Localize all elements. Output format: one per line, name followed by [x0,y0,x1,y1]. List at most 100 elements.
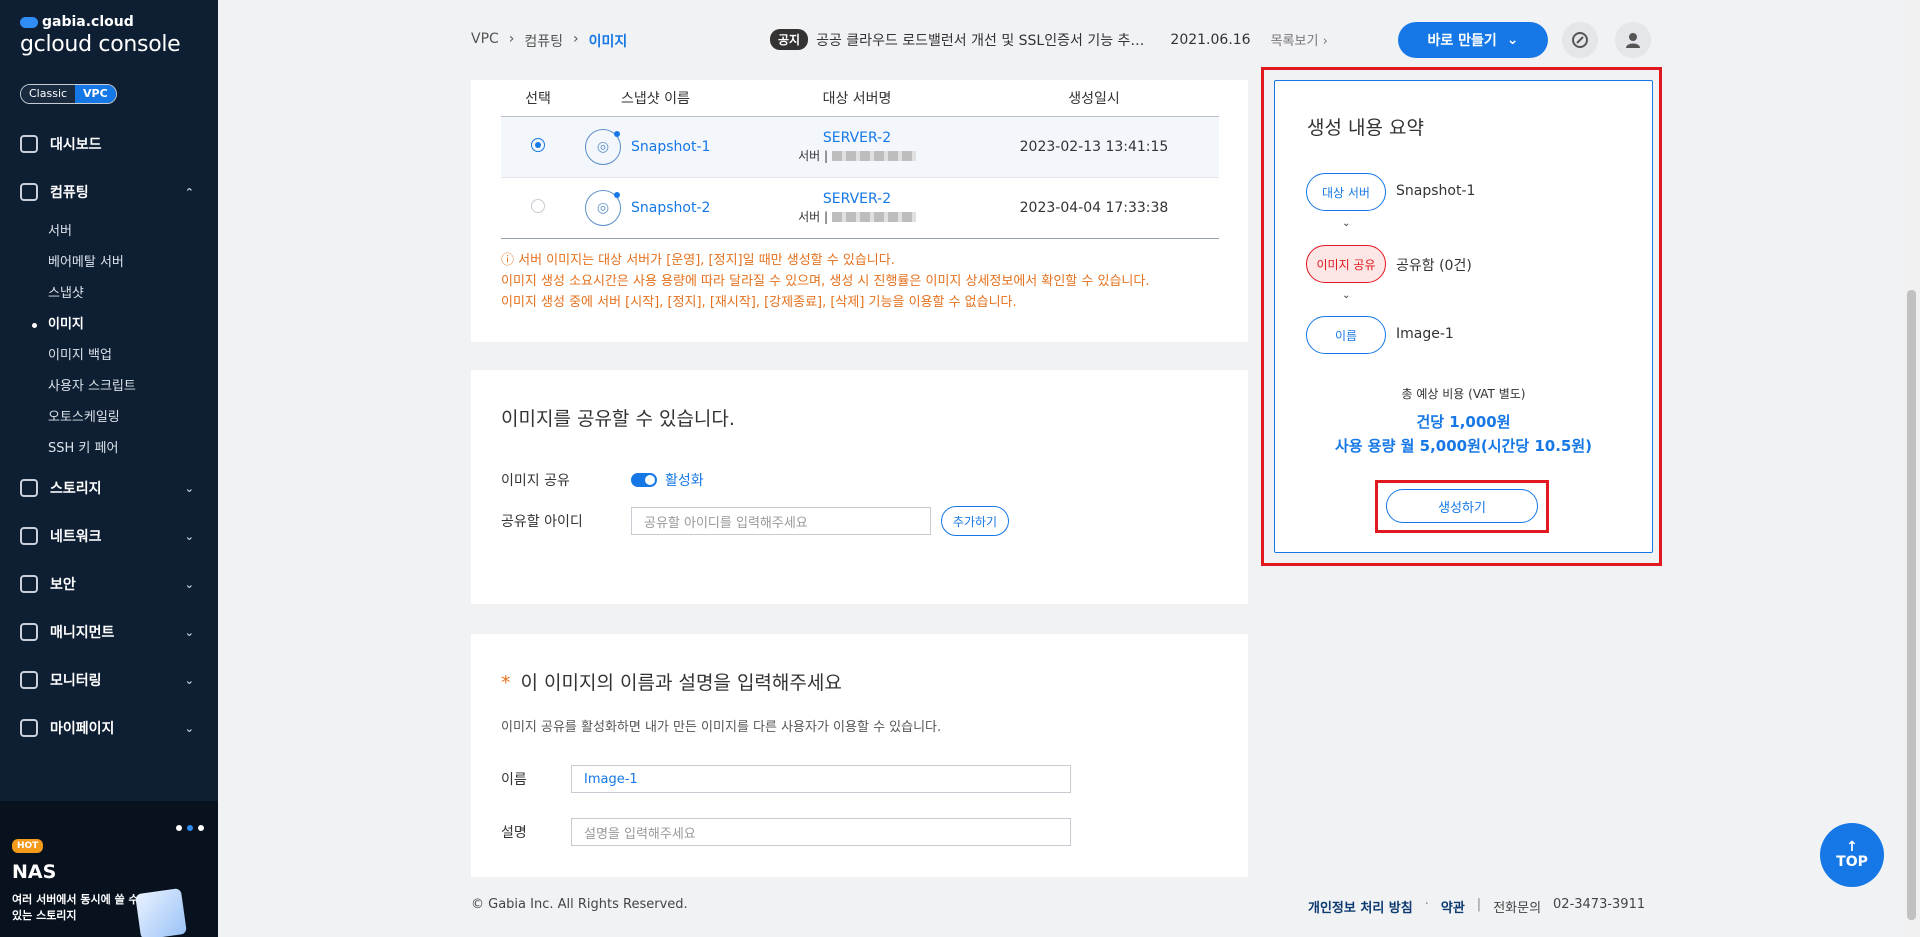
required-mark: * [501,672,511,694]
sidebar-item-label: 스토리지 [50,481,102,497]
page-scrollbar[interactable] [1902,0,1920,937]
cost-per-item: 건당 1,000원 [1416,413,1511,431]
banner-dot[interactable] [176,825,182,831]
snapshot-name-cell: ◎ Snapshot-1 [575,116,745,178]
sidebar-item-dashboard[interactable]: 대시보드 [0,120,218,168]
submenu-item-user-script[interactable]: 사용자 스크립트 [48,371,218,402]
sidebar-item-network[interactable]: 네트워크 ⌄ [0,512,218,560]
submenu-item-ssh-keypair[interactable]: SSH 키 페어 [48,433,218,464]
image-share-card: 이미지를 공유할 수 있습니다. 이미지 공유 활성화 공유할 아이디 공유할 … [471,370,1248,604]
description-input[interactable]: 설명을 입력해주세요 [571,818,1071,846]
storage-icon [20,479,38,497]
brand-name: gabia.cloud [42,14,134,30]
chevron-down-icon: ⌄ [184,721,194,735]
summary-title: 생성 내용 요약 [1307,117,1424,139]
breadcrumb-separator: › [573,31,579,47]
notice-text[interactable]: 공공 클라우드 로드밸런서 개선 및 SSL인증서 기능 추… [816,30,1144,50]
privacy-policy-link[interactable]: 개인정보 처리 방침 [1308,897,1413,916]
chevron-down-icon: ⌄ [184,481,194,495]
sidebar-item-label: 컴퓨팅 [50,185,89,201]
redacted-ip [831,212,916,222]
radio-selected[interactable] [531,137,545,152]
name-form-desc: 이미지 공유를 활성화하면 내가 만든 이미지를 다른 사용자가 이용할 수 있… [501,720,942,735]
summary-value-image-share: 공유함 (0건) [1396,258,1472,274]
notice-tag: 공지 [770,29,809,50]
select-cell[interactable] [501,177,575,239]
sidebar-item-monitoring[interactable]: 모니터링 ⌄ [0,656,218,704]
sidebar-item-security[interactable]: 보안 ⌄ [0,560,218,608]
terms-link[interactable]: 약관 [1441,897,1465,916]
created-cell: 2023-02-13 13:41:15 [969,116,1219,178]
scrollbar-thumb[interactable] [1907,290,1916,920]
share-title: 이미지를 공유할 수 있습니다. [501,408,735,430]
chevron-down-icon: ⌄ [184,625,194,639]
sidebar-item-storage[interactable]: 스토리지 ⌄ [0,464,218,512]
switch-vpc[interactable]: VPC [75,85,116,103]
breadcrumb-vpc[interactable]: VPC [471,31,499,51]
summary-pill-image-share: 이미지 공유 [1306,245,1386,283]
created-cell: 2023-04-04 17:33:38 [969,177,1219,239]
sidebar-item-label: 네트워크 [50,529,102,545]
quick-create-label: 바로 만들기 [1427,33,1497,49]
chat-button[interactable] [1562,22,1598,58]
sidebar: gabia.cloud gcloud console Classic VPC 대… [0,0,218,937]
logo[interactable]: gabia.cloud gcloud console [20,14,181,57]
sidebar-item-mypage[interactable]: 마이페이지 ⌄ [0,704,218,752]
scroll-top-label: TOP [1836,854,1868,870]
chevron-down-icon: ⌄ [1342,290,1351,301]
banner-dot[interactable] [187,825,193,831]
banner-pagination[interactable] [176,825,204,831]
submenu-item-server[interactable]: 서버 [48,216,218,247]
warning-line: 이미지 생성 중에 서버 [시작], [정지], [재시작], [강제종료], … [501,295,1017,310]
sidebar-item-management[interactable]: 매니지먼트 ⌄ [0,608,218,656]
snapshot-icon: ◎ [585,128,621,165]
create-button[interactable]: 생성하기 [1386,489,1538,523]
promo-banner[interactable]: HOT NAS 여러 서버에서 동시에 쓸 수 있는 스토리지 [0,801,218,937]
add-share-id-button[interactable]: 추가하기 [941,506,1009,536]
copyright: © Gabia Inc. All Rights Reserved. [471,897,688,912]
banner-dot[interactable] [198,825,204,831]
server-name[interactable]: SERVER-2 [745,190,969,208]
quick-create-button[interactable]: 바로 만들기 ⌄ [1398,22,1548,58]
server-name[interactable]: SERVER-2 [745,129,969,147]
chevron-down-icon: ⌄ [184,673,194,687]
profile-button[interactable] [1615,22,1651,58]
share-toggle-state: 활성화 [665,473,704,489]
radio-unselected[interactable] [531,198,545,213]
chevron-down-icon: ⌄ [184,577,194,591]
chevron-up-icon: ⌃ [184,185,194,199]
select-cell[interactable] [501,116,575,178]
notice-date: 2021.06.16 [1170,31,1251,48]
submenu-item-autoscaling[interactable]: 오토스케일링 [48,402,218,433]
submenu-item-image-backup[interactable]: 이미지 백업 [48,340,218,371]
summary-value-target-server: Snapshot-1 [1396,183,1476,199]
snapshot-name-cell: ◎ Snapshot-2 [575,177,745,239]
notice-bar[interactable]: 공지 공공 클라우드 로드밸런서 개선 및 SSL인증서 기능 추… 2021.… [770,29,1328,50]
submenu-item-baremetal[interactable]: 베어메탈 서버 [48,247,218,278]
table-row[interactable]: ◎ Snapshot-2 SERVER-2 서버 | 2023-04-04 17:3… [501,177,1219,239]
snapshot-name[interactable]: Snapshot-2 [631,200,710,216]
breadcrumb-computing[interactable]: 컴퓨팅 [524,31,563,51]
scroll-top-button[interactable]: ↑ TOP [1820,823,1884,887]
share-toggle[interactable] [631,473,657,487]
share-id-input[interactable]: 공유할 아이디를 입력해주세요 [631,507,931,535]
submenu-item-image[interactable]: 이미지 [32,309,218,340]
cloud-logo-icon [20,16,38,28]
sidebar-item-label: 보안 [50,577,76,593]
notice-list-link[interactable]: 목록보기 › [1271,30,1328,49]
chip-icon [20,183,38,201]
banner-desc: 여러 서버에서 동시에 쓸 수 있는 스토리지 [12,893,139,922]
snapshot-name[interactable]: Snapshot-1 [631,139,710,155]
chevron-down-icon: ⌄ [184,529,194,543]
computing-submenu: 서버 베어메탈 서버 스냅샷 이미지 이미지 백업 사용자 스크립트 오토스케일… [0,216,218,464]
sidebar-item-computing[interactable]: 컴퓨팅 ⌃ [0,168,218,216]
platform-switch[interactable]: Classic VPC [20,84,117,104]
image-name-input[interactable]: Image-1 [571,765,1071,793]
management-icon [20,623,38,641]
switch-classic[interactable]: Classic [21,85,76,103]
table-row[interactable]: ◎ Snapshot-1 SERVER-2 서버 | 2023-02-13 13:4… [501,116,1219,178]
name-label: 이름 [501,772,527,788]
name-form-title-text: 이 이미지의 이름과 설명을 입력해주세요 [520,672,842,694]
submenu-item-snapshot[interactable]: 스냅샷 [48,278,218,309]
chevron-down-icon: ⌄ [1342,218,1351,229]
